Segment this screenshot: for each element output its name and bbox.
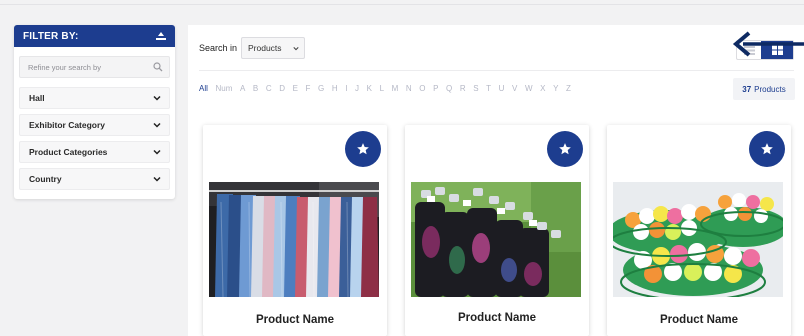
search-icon[interactable] (153, 62, 163, 72)
product-card[interactable]: Product Name (405, 125, 589, 336)
favorite-star-button[interactable] (547, 131, 583, 167)
product-card[interactable]: Product Name (607, 125, 791, 336)
dropdown-label: Exhibitor Category (29, 120, 106, 130)
alpha-filter-t[interactable]: T (486, 84, 491, 93)
alpha-filter-o[interactable]: O (419, 84, 425, 93)
results-label: Products (754, 84, 786, 94)
filter-search-field[interactable] (19, 56, 170, 78)
alpha-filter-n[interactable]: N (406, 84, 412, 93)
top-divider (0, 4, 804, 5)
favorite-star-button[interactable] (345, 131, 381, 167)
search-in-label: Search in (199, 43, 238, 53)
alpha-filter-j[interactable]: J (355, 84, 359, 93)
search-in-select[interactable]: Products (241, 37, 305, 59)
filter-hall-dropdown[interactable]: Hall (19, 87, 170, 109)
alpha-filter-b[interactable]: B (253, 84, 258, 93)
results-count: 37 (742, 84, 752, 94)
filter-product-categories-dropdown[interactable]: Product Categories (19, 141, 170, 163)
chevron-down-icon (293, 47, 299, 51)
dropdown-label: Hall (29, 93, 45, 103)
filter-header: FILTER BY: (14, 25, 175, 47)
collapse-icon[interactable] (156, 31, 166, 41)
golf-balls-baskets-photo (613, 182, 783, 297)
results-count-badge: 37 Products (733, 78, 795, 100)
alpha-filter-r[interactable]: R (460, 84, 466, 93)
alpha-filter-a[interactable]: A (240, 84, 245, 93)
pointer-arrow-icon (732, 31, 804, 57)
product-name[interactable]: Product Name (203, 314, 387, 326)
product-listing: Search in Products All Num A B C D E F G H I J K L M N O… (188, 25, 804, 336)
alpha-filter-f[interactable]: F (306, 84, 311, 93)
chevron-down-icon (153, 149, 161, 155)
filter-search-input[interactable] (28, 62, 148, 72)
filter-exhibitor-category-dropdown[interactable]: Exhibitor Category (19, 114, 170, 136)
favorite-star-button[interactable] (749, 131, 785, 167)
alpha-filter-c[interactable]: C (266, 84, 272, 93)
product-name[interactable]: Product Name (607, 314, 791, 326)
alpha-filter-g[interactable]: G (318, 84, 324, 93)
alpha-filter-h[interactable]: H (332, 84, 338, 93)
alpha-filter-k[interactable]: K (367, 84, 372, 93)
filter-panel: FILTER BY: Hall Exhibitor Category Produ… (14, 25, 175, 199)
chevron-down-icon (153, 122, 161, 128)
alpha-filter-w[interactable]: W (525, 84, 533, 93)
alpha-filter-all[interactable]: All (199, 84, 208, 93)
clothing-rack-photo (209, 182, 379, 297)
chevron-down-icon (153, 95, 161, 101)
toolbar-divider (199, 70, 794, 71)
product-card[interactable]: Product Name (203, 125, 387, 336)
golf-bags-photo (411, 182, 581, 297)
alpha-filter-x[interactable]: X (540, 84, 545, 93)
star-icon (559, 143, 571, 155)
filter-title: FILTER BY: (23, 30, 79, 42)
alpha-filter-q[interactable]: Q (446, 84, 452, 93)
alpha-filter-i[interactable]: I (345, 84, 347, 93)
alpha-filter-y[interactable]: Y (553, 84, 558, 93)
chevron-down-icon (153, 176, 161, 182)
alpha-filter-e[interactable]: E (293, 84, 298, 93)
alpha-filter-u[interactable]: U (499, 84, 505, 93)
star-icon (357, 143, 369, 155)
alphabet-filter: All Num A B C D E F G H I J K L M N O P Q R S T U V W X Y Z (199, 84, 578, 93)
alpha-filter-d[interactable]: D (279, 84, 285, 93)
alpha-filter-l[interactable]: L (380, 84, 384, 93)
search-in-value: Products (248, 43, 282, 53)
dropdown-label: Product Categories (29, 147, 108, 157)
alpha-filter-m[interactable]: M (392, 84, 399, 93)
dropdown-label: Country (29, 174, 62, 184)
filter-country-dropdown[interactable]: Country (19, 168, 170, 190)
star-icon (761, 143, 773, 155)
alpha-filter-v[interactable]: V (512, 84, 517, 93)
alpha-filter-z[interactable]: Z (566, 84, 571, 93)
alpha-filter-num[interactable]: Num (215, 84, 232, 93)
alpha-filter-s[interactable]: S (473, 84, 478, 93)
product-name[interactable]: Product Name (405, 312, 589, 324)
alpha-filter-p[interactable]: P (433, 84, 438, 93)
